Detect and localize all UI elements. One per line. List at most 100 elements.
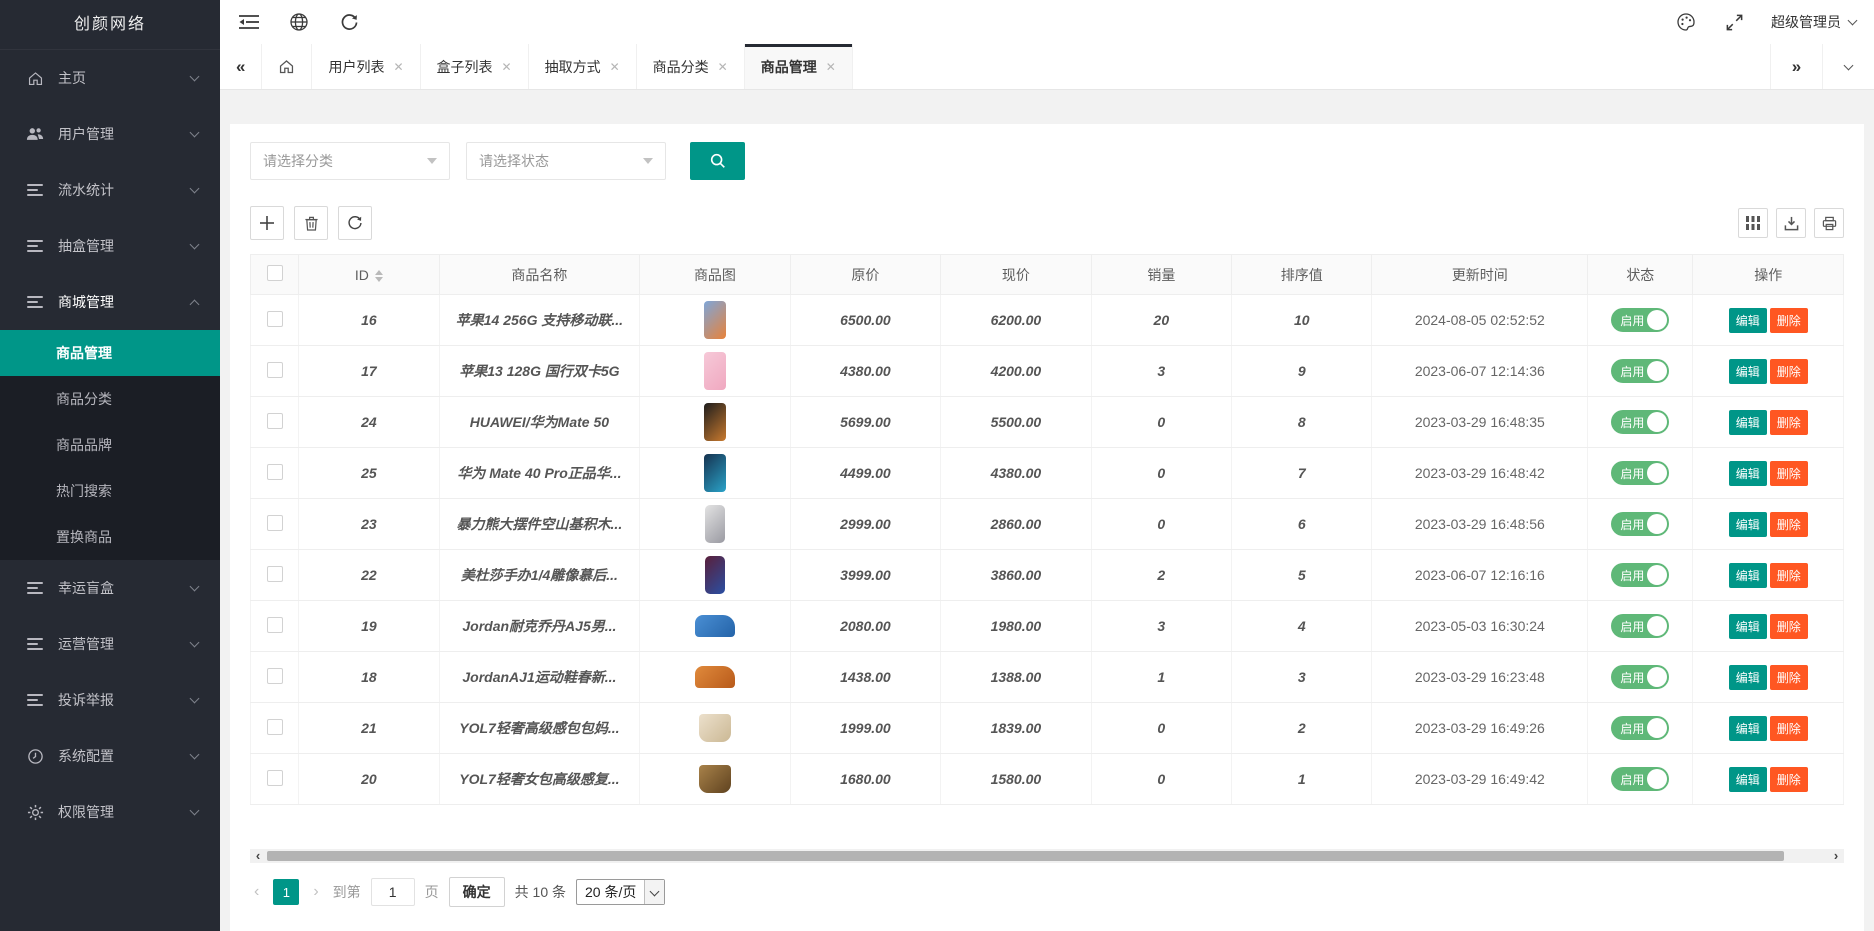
columns-filter-button[interactable] <box>1738 208 1768 238</box>
scroll-right-arrow[interactable]: › <box>1828 849 1844 863</box>
status-toggle[interactable]: 启用 <box>1611 614 1669 638</box>
edit-button[interactable]: 编辑 <box>1729 563 1767 588</box>
page-number-input[interactable] <box>371 878 415 906</box>
row-checkbox[interactable] <box>267 617 283 633</box>
row-checkbox[interactable] <box>267 770 283 786</box>
tab-box-list[interactable]: 盒子列表✕ <box>421 44 529 89</box>
delete-button[interactable]: 删除 <box>1770 563 1808 588</box>
status-toggle[interactable]: 启用 <box>1611 665 1669 689</box>
print-button[interactable] <box>1814 208 1844 238</box>
product-image <box>705 556 725 594</box>
edit-button[interactable]: 编辑 <box>1729 308 1767 333</box>
batch-delete-button[interactable] <box>294 206 328 240</box>
sidebar-subitem-product-category[interactable]: 商品分类 <box>0 376 220 422</box>
export-button[interactable] <box>1776 208 1806 238</box>
delete-button[interactable]: 删除 <box>1770 665 1808 690</box>
user-menu[interactable]: 超级管理员 <box>1771 12 1856 32</box>
globe-icon[interactable] <box>288 11 310 33</box>
category-select[interactable]: 请选择分类 <box>250 142 450 180</box>
collapse-sidebar-icon[interactable] <box>238 11 260 33</box>
tabs-scroll-left-button[interactable]: « <box>220 44 262 89</box>
sidebar-item-permissions[interactable]: 权限管理 <box>0 784 220 840</box>
tab-draw-method[interactable]: 抽取方式✕ <box>529 44 637 89</box>
scrollbar-thumb[interactable] <box>267 851 1784 861</box>
tabs-menu-button[interactable] <box>1822 44 1874 89</box>
close-icon[interactable]: ✕ <box>718 60 728 74</box>
tab-product-mgmt[interactable]: 商品管理✕ <box>745 44 853 89</box>
delete-button[interactable]: 删除 <box>1770 716 1808 741</box>
tab-product-category[interactable]: 商品分类✕ <box>637 44 745 89</box>
tab-user-list[interactable]: 用户列表✕ <box>312 44 420 89</box>
status-toggle[interactable]: 启用 <box>1611 716 1669 740</box>
sidebar-item-lucky-box[interactable]: 幸运盲盒 <box>0 560 220 616</box>
edit-button[interactable]: 编辑 <box>1729 512 1767 537</box>
row-checkbox[interactable] <box>267 566 283 582</box>
status-toggle[interactable]: 启用 <box>1611 512 1669 536</box>
tabs-scroll-right-button[interactable]: » <box>1770 44 1822 89</box>
sidebar-subitem-product-brand[interactable]: 商品品牌 <box>0 422 220 468</box>
row-checkbox[interactable] <box>267 311 283 327</box>
edit-button[interactable]: 编辑 <box>1729 461 1767 486</box>
delete-button[interactable]: 删除 <box>1770 308 1808 333</box>
close-icon[interactable]: ✕ <box>610 60 620 74</box>
status-toggle[interactable]: 启用 <box>1611 767 1669 791</box>
horizontal-scrollbar[interactable]: ‹ › <box>250 849 1844 863</box>
row-checkbox[interactable] <box>267 362 283 378</box>
select-all-checkbox[interactable] <box>267 265 283 281</box>
delete-button[interactable]: 删除 <box>1770 767 1808 792</box>
sidebar-subitem-hot-search[interactable]: 热门搜索 <box>0 468 220 514</box>
row-checkbox[interactable] <box>267 413 283 429</box>
scroll-left-arrow[interactable]: ‹ <box>250 849 266 863</box>
tab-bar-spacer <box>853 44 1770 89</box>
cell-id: 20 <box>299 754 439 805</box>
edit-button[interactable]: 编辑 <box>1729 359 1767 384</box>
sidebar-item-system-config[interactable]: 系统配置 <box>0 728 220 784</box>
close-icon[interactable]: ✕ <box>393 60 403 74</box>
close-icon[interactable]: ✕ <box>502 60 512 74</box>
status-toggle[interactable]: 启用 <box>1611 308 1669 332</box>
confirm-page-button[interactable]: 确定 <box>449 877 505 907</box>
edit-button[interactable]: 编辑 <box>1729 410 1767 435</box>
sidebar-item-mall-mgmt[interactable]: 商城管理 <box>0 274 220 330</box>
edit-button[interactable]: 编辑 <box>1729 614 1767 639</box>
sidebar-item-flow-stats[interactable]: 流水统计 <box>0 162 220 218</box>
sidebar-item-users[interactable]: 用户管理 <box>0 106 220 162</box>
status-toggle[interactable]: 启用 <box>1611 461 1669 485</box>
theme-palette-icon[interactable] <box>1675 11 1697 33</box>
sidebar-subitem-exchange-product[interactable]: 置换商品 <box>0 514 220 560</box>
per-page-select[interactable]: 20 条/页 <box>576 879 665 905</box>
row-checkbox[interactable] <box>267 515 283 531</box>
refresh-icon[interactable] <box>338 11 360 33</box>
header-id[interactable]: ID <box>299 255 439 295</box>
sidebar-item-operations[interactable]: 运营管理 <box>0 616 220 672</box>
status-toggle[interactable]: 启用 <box>1611 410 1669 434</box>
sidebar-item-complaints[interactable]: 投诉举报 <box>0 672 220 728</box>
search-button[interactable] <box>690 142 745 180</box>
next-page-button[interactable]: › <box>309 883 322 901</box>
current-page-button[interactable]: 1 <box>273 879 299 905</box>
refresh-table-button[interactable] <box>338 206 372 240</box>
sort-icon[interactable] <box>375 270 383 282</box>
status-toggle[interactable]: 启用 <box>1611 563 1669 587</box>
sidebar-item-home[interactable]: 主页 <box>0 50 220 106</box>
tab-home[interactable] <box>262 44 312 89</box>
delete-button[interactable]: 删除 <box>1770 461 1808 486</box>
sidebar-subitem-product-mgmt[interactable]: 商品管理 <box>0 330 220 376</box>
edit-button[interactable]: 编辑 <box>1729 767 1767 792</box>
prev-page-button[interactable]: ‹ <box>250 883 263 901</box>
status-toggle[interactable]: 启用 <box>1611 359 1669 383</box>
edit-button[interactable]: 编辑 <box>1729 716 1767 741</box>
edit-button[interactable]: 编辑 <box>1729 665 1767 690</box>
delete-button[interactable]: 删除 <box>1770 614 1808 639</box>
sidebar-item-box-mgmt[interactable]: 抽盒管理 <box>0 218 220 274</box>
delete-button[interactable]: 删除 <box>1770 410 1808 435</box>
row-checkbox[interactable] <box>267 719 283 735</box>
fullscreen-icon[interactable] <box>1723 11 1745 33</box>
status-select[interactable]: 请选择状态 <box>466 142 666 180</box>
row-checkbox[interactable] <box>267 668 283 684</box>
close-icon[interactable]: ✕ <box>826 60 836 74</box>
delete-button[interactable]: 删除 <box>1770 359 1808 384</box>
delete-button[interactable]: 删除 <box>1770 512 1808 537</box>
row-checkbox[interactable] <box>267 464 283 480</box>
add-button[interactable] <box>250 206 284 240</box>
